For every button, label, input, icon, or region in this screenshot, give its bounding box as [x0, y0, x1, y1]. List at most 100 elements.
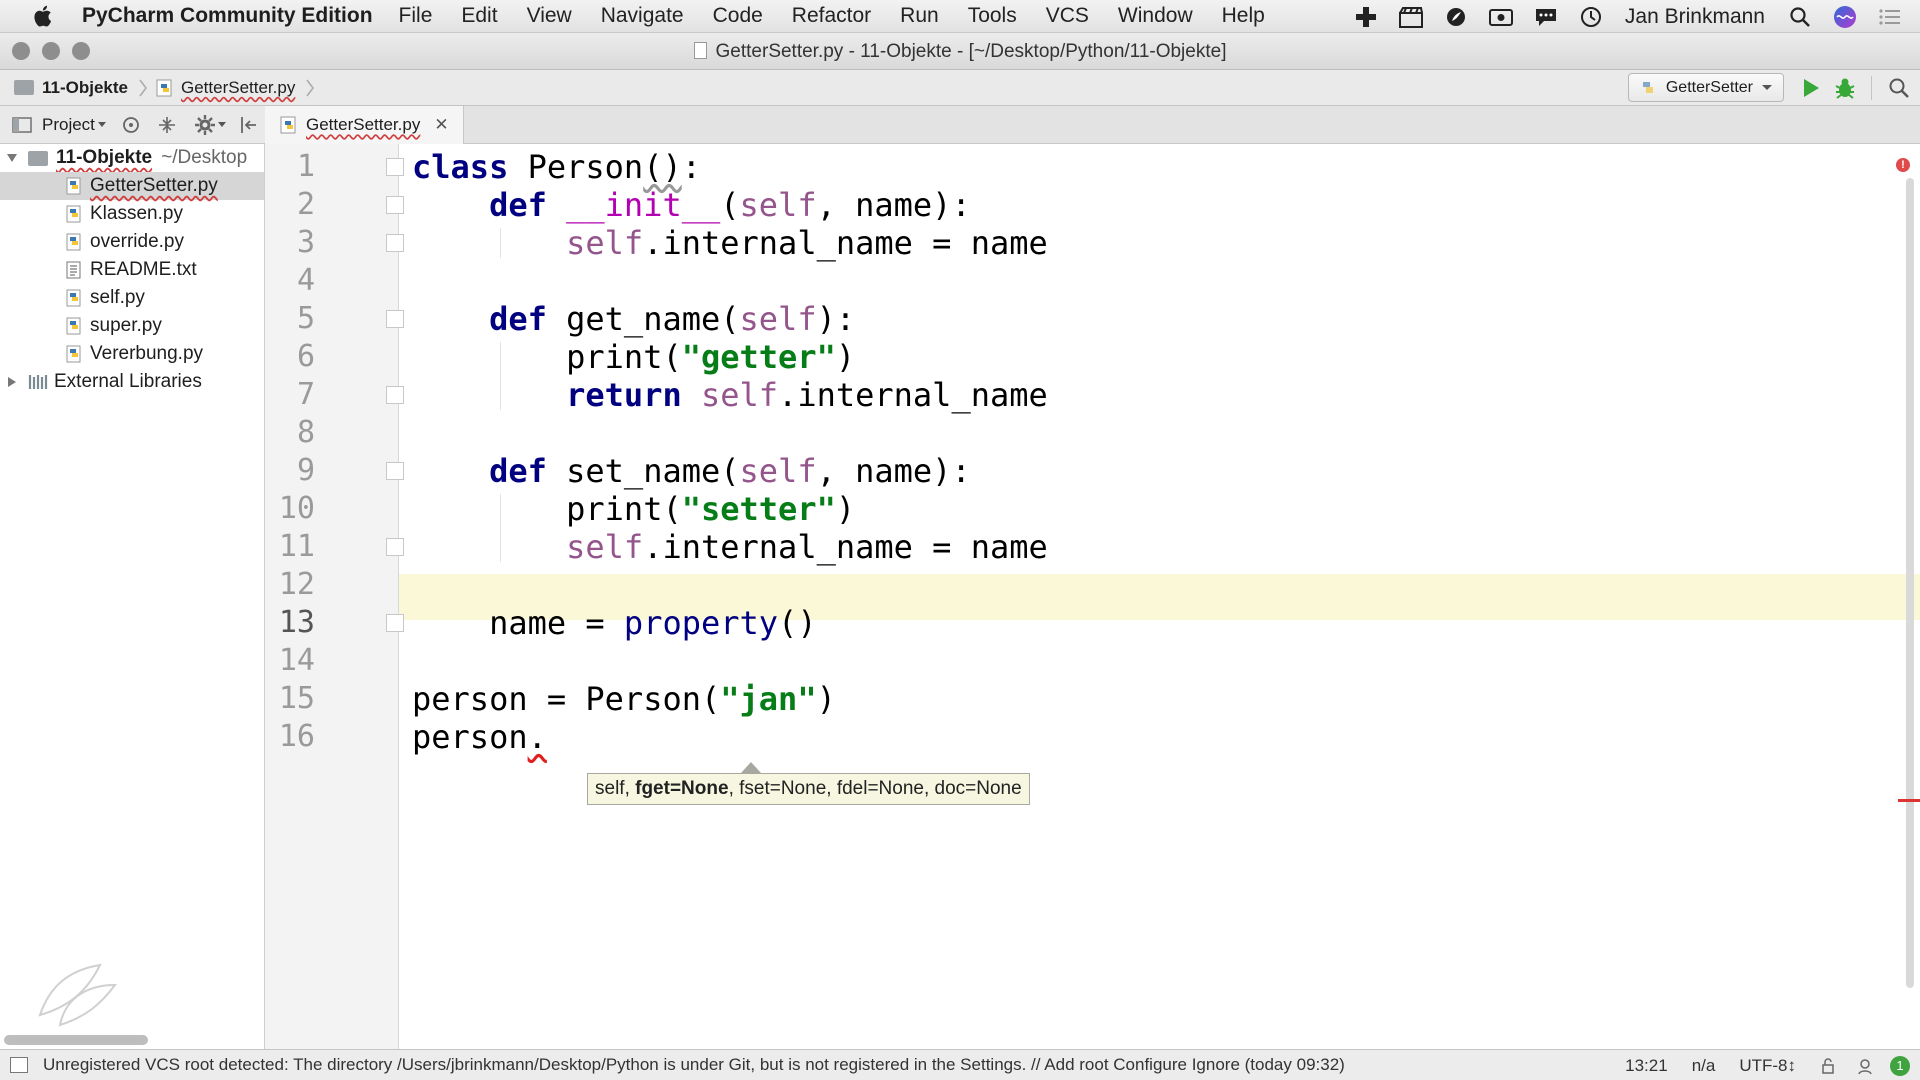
fold-marker[interactable] — [386, 386, 404, 404]
crosshair-icon — [123, 116, 139, 133]
tree-file-item[interactable]: super.py — [0, 312, 264, 340]
debug-button[interactable] — [1832, 75, 1858, 101]
chevron-down-icon — [1762, 84, 1772, 90]
code-editor[interactable]: 1 2 3 4 5 6 7 8 9 10 11 12 13 14 15 16 c… — [265, 144, 1920, 1049]
bug-icon — [1835, 78, 1855, 99]
chevron-down-icon[interactable] — [97, 121, 107, 129]
error-stripe-marker[interactable] — [1898, 799, 1920, 802]
chevron-down-icon[interactable] — [217, 121, 227, 129]
tree-file-item[interactable]: Vererbung.py — [0, 340, 264, 368]
hide-panel-button[interactable] — [237, 113, 261, 137]
tab-gettersetter[interactable]: GetterSetter.py ✕ — [265, 106, 464, 144]
fold-marker[interactable] — [386, 538, 404, 556]
breadcrumb-project[interactable]: 11-Objekte — [14, 78, 128, 98]
code-line-3[interactable]: self.internal_name = name — [412, 220, 1048, 266]
run-button[interactable] — [1798, 75, 1824, 101]
fold-marker[interactable] — [386, 462, 404, 480]
tool-window-toggle-icon[interactable] — [10, 1057, 28, 1073]
menu-view[interactable]: View — [527, 4, 572, 28]
tree-file-label: super.py — [90, 315, 162, 336]
gear-icon — [194, 114, 215, 135]
tree-file-item[interactable]: Klassen.py — [0, 200, 264, 228]
fold-marker[interactable] — [386, 234, 404, 252]
vcs-notification-message[interactable]: Unregistered VCS root detected: The dire… — [43, 1055, 1345, 1075]
chevron-right-icon — [306, 79, 315, 96]
document-icon — [693, 42, 707, 59]
triangle-right-icon[interactable] — [6, 376, 18, 388]
app-name-menu[interactable]: PyCharm Community Edition — [82, 4, 373, 28]
menu-code[interactable]: Code — [713, 4, 763, 28]
screen-record-icon[interactable] — [1486, 4, 1516, 30]
folder-icon — [14, 80, 34, 95]
tree-file-item[interactable]: override.py — [0, 228, 264, 256]
macos-menu-bar: PyCharm Community Edition File Edit View… — [0, 0, 1920, 33]
navigation-bar: 11-Objekte GetterSetter.py GetterSetter — [0, 70, 1920, 106]
breadcrumb-file[interactable]: GetterSetter.py — [156, 78, 295, 98]
run-configuration-select[interactable]: GetterSetter — [1627, 73, 1784, 102]
tree-file-item[interactable]: README.txt — [0, 256, 264, 284]
fold-marker[interactable] — [386, 310, 404, 328]
settings-button[interactable] — [193, 113, 217, 137]
toolbar-separator — [1871, 76, 1872, 100]
tree-root-folder[interactable]: 11-Objekte ~/Desktop — [0, 144, 264, 172]
menu-edit[interactable]: Edit — [461, 4, 497, 28]
python-file-icon — [66, 205, 81, 223]
close-tab-icon[interactable]: ✕ — [434, 115, 448, 135]
menu-navigate[interactable]: Navigate — [601, 4, 684, 28]
clapperboard-icon[interactable] — [1396, 4, 1426, 30]
time-machine-icon[interactable] — [1576, 4, 1606, 30]
fold-marker[interactable] — [386, 158, 404, 176]
fold-marker[interactable] — [386, 614, 404, 632]
search-icon — [1889, 78, 1909, 98]
file-encoding[interactable]: UTF-8↕ — [1739, 1056, 1796, 1076]
inspector-icon[interactable] — [1856, 1057, 1874, 1075]
spotlight-search-icon[interactable] — [1785, 4, 1815, 30]
library-icon — [28, 375, 48, 389]
project-panel-toolbar: Project — [0, 106, 265, 144]
triangle-down-icon[interactable] — [6, 152, 18, 164]
error-indicator-icon[interactable]: ! — [1896, 158, 1910, 172]
hide-sidebar-icon — [241, 116, 256, 133]
menu-file[interactable]: File — [399, 4, 433, 28]
menu-tools[interactable]: Tools — [968, 4, 1017, 28]
menu-vcs[interactable]: VCS — [1046, 4, 1089, 28]
window-title-bar: GetterSetter.py - 11-Objekte - [~/Deskto… — [0, 33, 1920, 70]
tree-file-label: self.py — [90, 287, 145, 308]
menu-run[interactable]: Run — [900, 4, 939, 28]
caret-position[interactable]: 13:21 — [1625, 1056, 1668, 1076]
plus-cross-icon[interactable] — [1351, 4, 1381, 30]
chat-bubble-icon[interactable] — [1531, 4, 1561, 30]
code-line-7[interactable]: return self.internal_name — [412, 372, 1048, 418]
tree-root-label: 11-Objekte — [56, 147, 153, 168]
breadcrumb-project-label: 11-Objekte — [42, 77, 128, 97]
tree-file-item[interactable]: self.py — [0, 284, 264, 312]
lock-icon[interactable] — [1820, 1057, 1836, 1074]
line-separator[interactable]: n/a — [1692, 1056, 1716, 1076]
tree-file-item[interactable]: GetterSetter.py — [0, 172, 264, 200]
tree-horizontal-scrollbar[interactable] — [4, 1035, 148, 1045]
menu-refactor[interactable]: Refactor — [792, 4, 871, 28]
chevron-right-icon — [139, 79, 147, 96]
breadcrumb-file-label: GetterSetter.py — [181, 77, 296, 97]
apple-icon[interactable] — [22, 0, 62, 33]
code-line-16[interactable]: person. — [412, 714, 547, 760]
event-log-badge[interactable]: 1 — [1890, 1055, 1910, 1076]
code-line-11[interactable]: self.internal_name = name — [412, 524, 1048, 570]
leaf-icon[interactable] — [1441, 4, 1471, 30]
collapse-all-button[interactable] — [155, 113, 179, 137]
siri-icon[interactable] — [1830, 4, 1860, 30]
editor-vertical-scrollbar[interactable] — [1906, 178, 1914, 988]
project-view-selector[interactable]: Project — [42, 115, 95, 135]
scroll-from-source-button[interactable] — [119, 113, 143, 137]
search-everywhere-button[interactable] — [1886, 75, 1912, 101]
user-name-menu[interactable]: Jan Brinkmann — [1625, 5, 1765, 29]
menu-window[interactable]: Window — [1118, 4, 1193, 28]
notification-center-icon[interactable] — [1875, 4, 1905, 30]
run-configuration-label: GetterSetter — [1665, 78, 1753, 96]
tree-external-libraries[interactable]: External Libraries — [0, 368, 264, 396]
code-line-13[interactable]: name = property() — [412, 600, 817, 646]
parameter-info-popup: self, fget=None, fset=None, fdel=None, d… — [587, 773, 1030, 805]
menu-help[interactable]: Help — [1222, 4, 1265, 28]
status-bar: Unregistered VCS root detected: The dire… — [0, 1049, 1920, 1080]
fold-marker[interactable] — [386, 196, 404, 214]
